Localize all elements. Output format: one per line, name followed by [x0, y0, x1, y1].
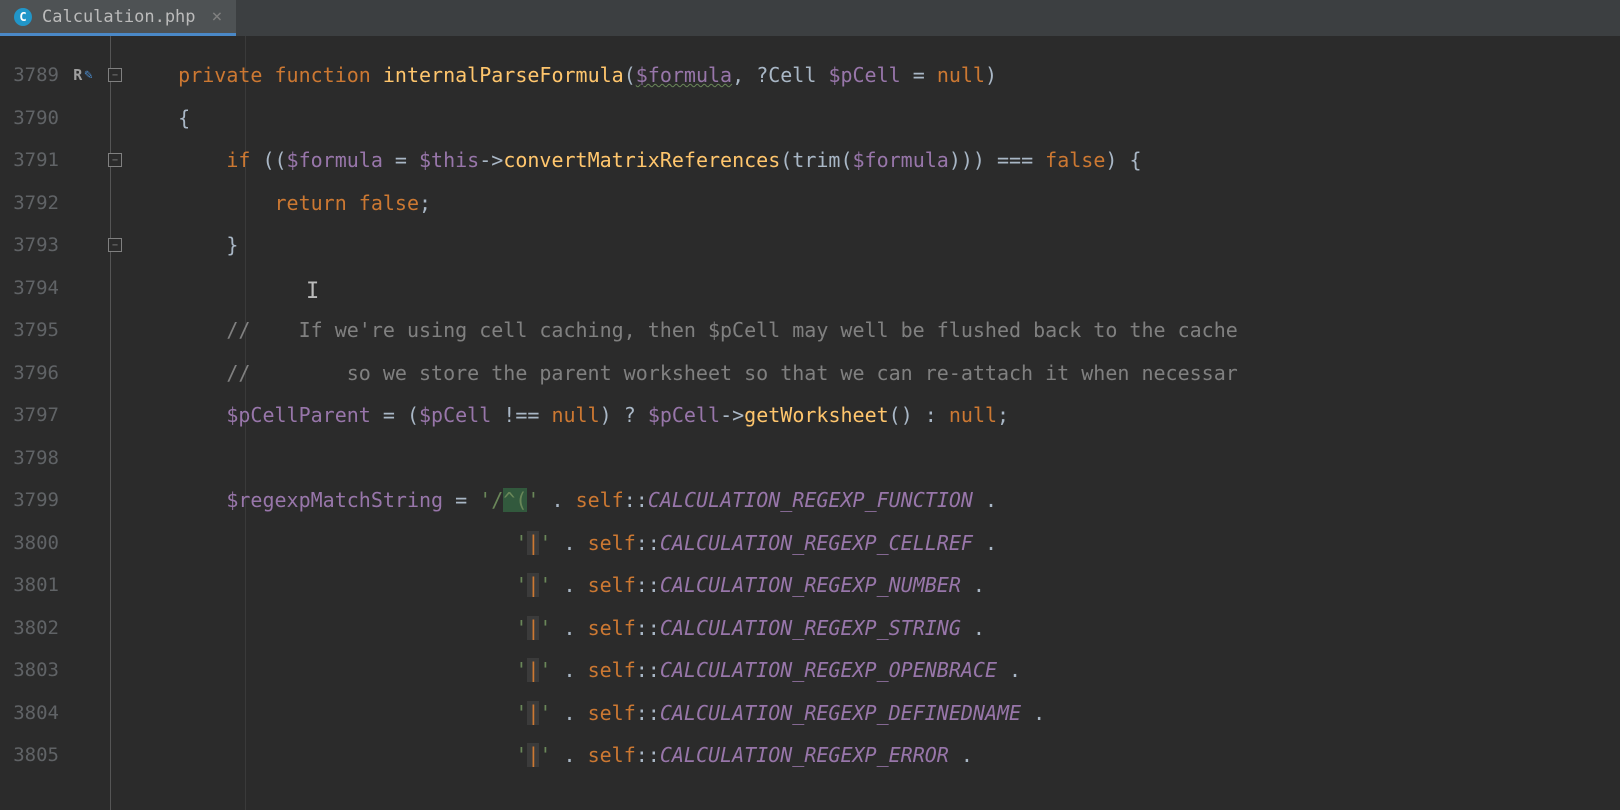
tab-filename: Calculation.php: [42, 7, 196, 27]
line-number: 3805: [0, 734, 65, 777]
file-type-icon: C: [14, 8, 32, 26]
line-number: 3793: [0, 224, 65, 267]
tab-bar: C Calculation.php ×: [0, 0, 1620, 36]
editor: 3789 3790 3791 3792 3793 3794 3795 3796 …: [0, 36, 1620, 810]
line-number: 3799: [0, 479, 65, 522]
code-line[interactable]: if (($formula = $this->convertMatrixRefe…: [130, 139, 1620, 182]
line-number: 3798: [0, 437, 65, 480]
code-line[interactable]: [130, 437, 1620, 480]
line-number: 3803: [0, 649, 65, 692]
file-tab[interactable]: C Calculation.php ×: [0, 0, 236, 36]
code-line[interactable]: // If we're using cell caching, then $pC…: [130, 309, 1620, 352]
line-number: 3802: [0, 607, 65, 650]
pencil-icon: ✎: [84, 67, 92, 83]
line-number: 3792: [0, 182, 65, 225]
marker-gutter: R ✎: [66, 36, 100, 810]
code-line[interactable]: '|' . self::CALCULATION_REGEXP_STRING .: [130, 607, 1620, 650]
line-number: 3800: [0, 522, 65, 565]
text-cursor-icon: I: [306, 271, 319, 314]
code-line[interactable]: }: [130, 224, 1620, 267]
fold-toggle-icon[interactable]: −: [108, 153, 122, 167]
code-line[interactable]: private function internalParseFormula($f…: [130, 54, 1620, 97]
line-number: 3795: [0, 309, 65, 352]
code-line[interactable]: '|' . self::CALCULATION_REGEXP_CELLREF .: [130, 522, 1620, 565]
code-area[interactable]: private function internalParseFormula($f…: [130, 36, 1620, 810]
fold-toggle-icon[interactable]: −: [108, 238, 122, 252]
line-number: 3804: [0, 692, 65, 735]
code-line[interactable]: {: [130, 97, 1620, 140]
line-number: 3794: [0, 267, 65, 310]
code-line[interactable]: I: [130, 267, 1620, 310]
code-line[interactable]: '|' . self::CALCULATION_REGEXP_ERROR .: [130, 734, 1620, 777]
line-number: 3789: [0, 54, 65, 97]
code-line[interactable]: // so we store the parent worksheet so t…: [130, 352, 1620, 395]
refactor-marker[interactable]: R ✎: [66, 54, 100, 97]
code-line[interactable]: $regexpMatchString = '/^(' . self::CALCU…: [130, 479, 1620, 522]
line-number: 3791: [0, 139, 65, 182]
fold-gutter: − − −: [100, 36, 130, 810]
code-line[interactable]: '|' . self::CALCULATION_REGEXP_OPENBRACE…: [130, 649, 1620, 692]
code-line[interactable]: return false;: [130, 182, 1620, 225]
line-number: 3790: [0, 97, 65, 140]
line-number: 3797: [0, 394, 65, 437]
fold-toggle-icon[interactable]: −: [108, 68, 122, 82]
code-line[interactable]: '|' . self::CALCULATION_REGEXP_DEFINEDNA…: [130, 692, 1620, 735]
code-line[interactable]: $pCellParent = ($pCell !== null) ? $pCel…: [130, 394, 1620, 437]
line-number: 3801: [0, 564, 65, 607]
line-number: 3796: [0, 352, 65, 395]
line-number-gutter: 3789 3790 3791 3792 3793 3794 3795 3796 …: [0, 36, 66, 810]
code-line[interactable]: '|' . self::CALCULATION_REGEXP_NUMBER .: [130, 564, 1620, 607]
close-icon[interactable]: ×: [212, 6, 223, 27]
